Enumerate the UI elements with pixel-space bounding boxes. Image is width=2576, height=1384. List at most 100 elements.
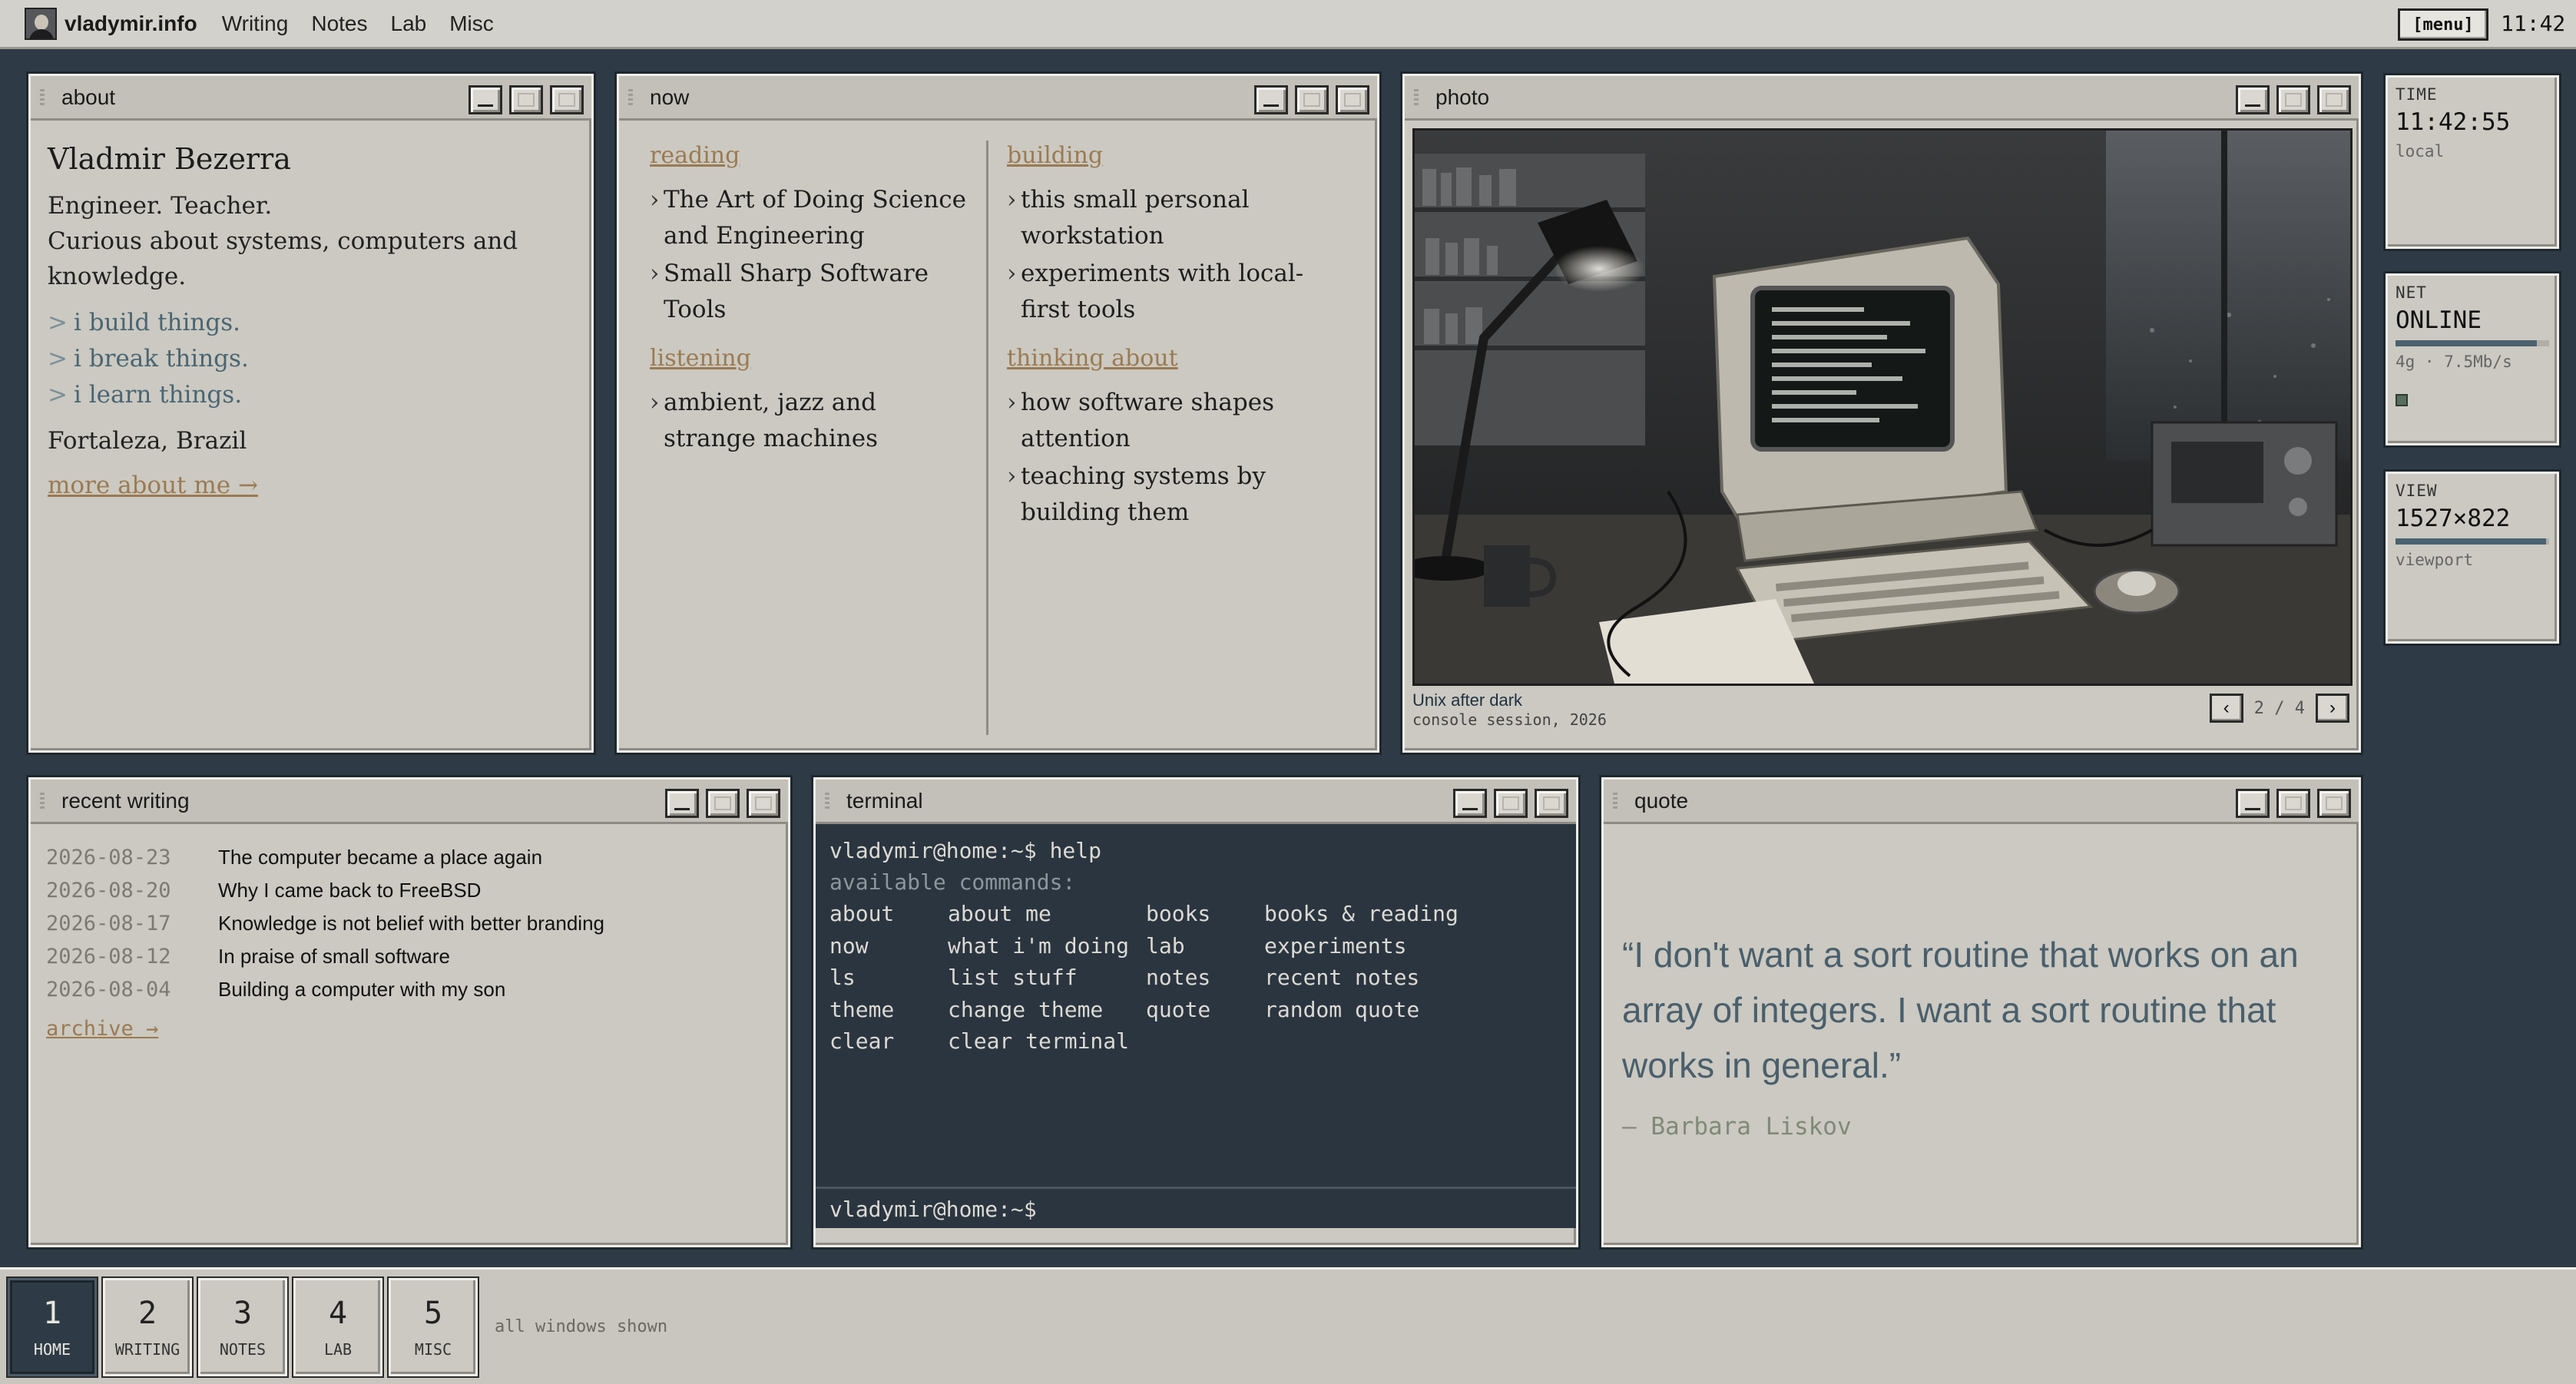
list-item[interactable]: 2026-08-17 Knowledge is not belief with b… [46,907,773,940]
close-icon[interactable] [747,789,780,818]
workspace-writing[interactable]: 2 WRITING [101,1276,194,1378]
quote-titlebar[interactable]: quote [1604,780,2359,824]
menu-button[interactable]: [menu] [2398,8,2488,41]
terminal-titlebar[interactable]: terminal [816,780,1576,824]
section-heading[interactable]: thinking about [1007,343,1333,374]
terminal-window: terminal vladymir@home:~$ help available… [811,775,1581,1250]
taskbar-status: all windows shown [495,1317,668,1336]
minimize-icon[interactable] [1254,85,1288,114]
post-title[interactable]: The computer became a place again [218,841,542,874]
more-about-link[interactable]: more about me → [48,472,574,499]
section-heading[interactable]: reading [650,141,966,171]
minimize-icon[interactable] [2236,85,2270,114]
section-heading[interactable]: listening [650,343,966,374]
about-bullet-text: i break things. [73,345,249,372]
list-item[interactable]: 2026-08-04 Building a computer with my so… [46,973,773,1006]
close-icon[interactable] [550,85,584,114]
maximize-icon[interactable] [706,789,740,818]
about-bullet-text: i build things. [73,309,240,336]
drag-grip-icon[interactable] [40,792,45,810]
caption-title: Unix after dark [1412,690,1523,710]
view-bar-fill [2396,538,2546,545]
about-titlebar[interactable]: about [31,76,591,121]
post-title[interactable]: Building a computer with my son [218,973,505,1006]
quote-text: “I don't want a sort routine that works … [1622,935,2299,1085]
list-item: teaching systems by building them [1007,459,1333,531]
cmd-cell: quote [1146,996,1211,1022]
minimize-icon[interactable] [1453,789,1487,818]
main-nav: Writing Notes Lab Misc [222,12,517,36]
drag-grip-icon[interactable] [40,88,45,106]
writing-titlebar[interactable]: recent writing [31,780,788,824]
topbar-clock: 11:42 [2501,11,2566,36]
nav-lab[interactable]: Lab [391,12,427,36]
post-date: 2026-08-04 [46,978,171,1002]
post-title[interactable]: Why I came back to FreeBSD [218,874,481,907]
nav-misc[interactable]: Misc [449,12,494,36]
net-value: ONLINE [2396,306,2482,334]
post-title[interactable]: In praise of small software [218,940,450,973]
cmd-cell: theme [829,996,895,1022]
post-title[interactable]: Knowledge is not belief with better bran… [218,907,604,940]
list-item[interactable]: 2026-08-20 Why I came back to FreeBSD [46,874,773,907]
maximize-icon[interactable] [2276,85,2310,114]
chevron-right-icon: > [48,309,68,336]
cmd-cell [1146,1025,1264,1058]
maximize-icon[interactable] [509,85,543,114]
drag-grip-icon[interactable] [825,792,829,810]
page-separator: / [2274,698,2285,718]
now-content: reading The Art of Doing Science and Eng… [619,121,1377,735]
cmd-cell: clear terminal [948,1028,1130,1054]
terminal-output[interactable]: vladymir@home:~$ help available commands… [816,824,1576,1228]
list-item[interactable]: 2026-08-23 The computer became a place ag… [46,841,773,874]
close-icon[interactable] [1535,789,1568,818]
chevron-right-icon[interactable]: › [2316,694,2349,723]
recent-writing-window: recent writing 2026-08-23 The computer be… [26,775,793,1250]
chevron-left-icon[interactable]: ‹ [2209,694,2243,723]
maximize-icon[interactable] [1494,789,1528,818]
workspace-label: HOME [33,1339,71,1359]
maximize-icon[interactable] [1295,85,1329,114]
time-sub: local [2396,142,2445,161]
workspace-notes[interactable]: 3 NOTES [197,1276,289,1378]
cmd-cell: books & reading [1264,901,1459,926]
about-bullet: > i build things. [48,305,574,341]
post-date: 2026-08-17 [46,912,171,935]
window-controls [1247,85,1369,114]
now-column-right: building this small personal workstation… [986,141,1353,735]
brand-name[interactable]: vladymir.info [65,12,197,36]
now-column-left: reading The Art of Doing Science and Eng… [619,141,986,735]
close-icon[interactable] [1336,85,1369,114]
nav-writing[interactable]: Writing [222,12,289,36]
terminal-input[interactable]: vladymir@home:~$ [816,1187,1576,1228]
minimize-icon[interactable] [469,85,502,114]
about-bullets: > i build things. > i break things. > i lea… [48,305,574,413]
maximize-icon[interactable] [2276,789,2310,818]
workspace-number: 2 [137,1295,157,1331]
close-icon[interactable] [2317,789,2351,818]
archive-link[interactable]: archive → [46,1017,773,1041]
workspace-label: WRITING [114,1339,180,1359]
page-total: 4 [2294,698,2305,718]
minimize-icon[interactable] [2236,789,2270,818]
cmd-cell: books [1146,901,1211,926]
workspace-misc[interactable]: 5 MISC [387,1276,479,1378]
window-title: now [650,84,690,109]
brand[interactable]: vladymir.info [25,7,197,40]
view-label: VIEW [2396,482,2438,500]
workspace-home[interactable]: 1 HOME [6,1276,98,1378]
drag-grip-icon[interactable] [628,88,633,106]
drag-grip-icon[interactable] [1414,88,1419,106]
caption-subtitle: console session, 2026 [1412,710,1607,729]
now-titlebar[interactable]: now [619,76,1377,121]
photo-titlebar[interactable]: photo [1405,76,2359,121]
window-title: terminal [846,788,923,813]
workspace-lab[interactable]: 4 LAB [292,1276,384,1378]
drag-grip-icon[interactable] [1613,792,1617,810]
nav-notes[interactable]: Notes [311,12,367,36]
section-heading[interactable]: building [1007,141,1333,171]
minimize-icon[interactable] [665,789,699,818]
cmd-cell: list stuff [948,965,1078,990]
list-item[interactable]: 2026-08-12 In praise of small software [46,940,773,973]
close-icon[interactable] [2317,85,2351,114]
